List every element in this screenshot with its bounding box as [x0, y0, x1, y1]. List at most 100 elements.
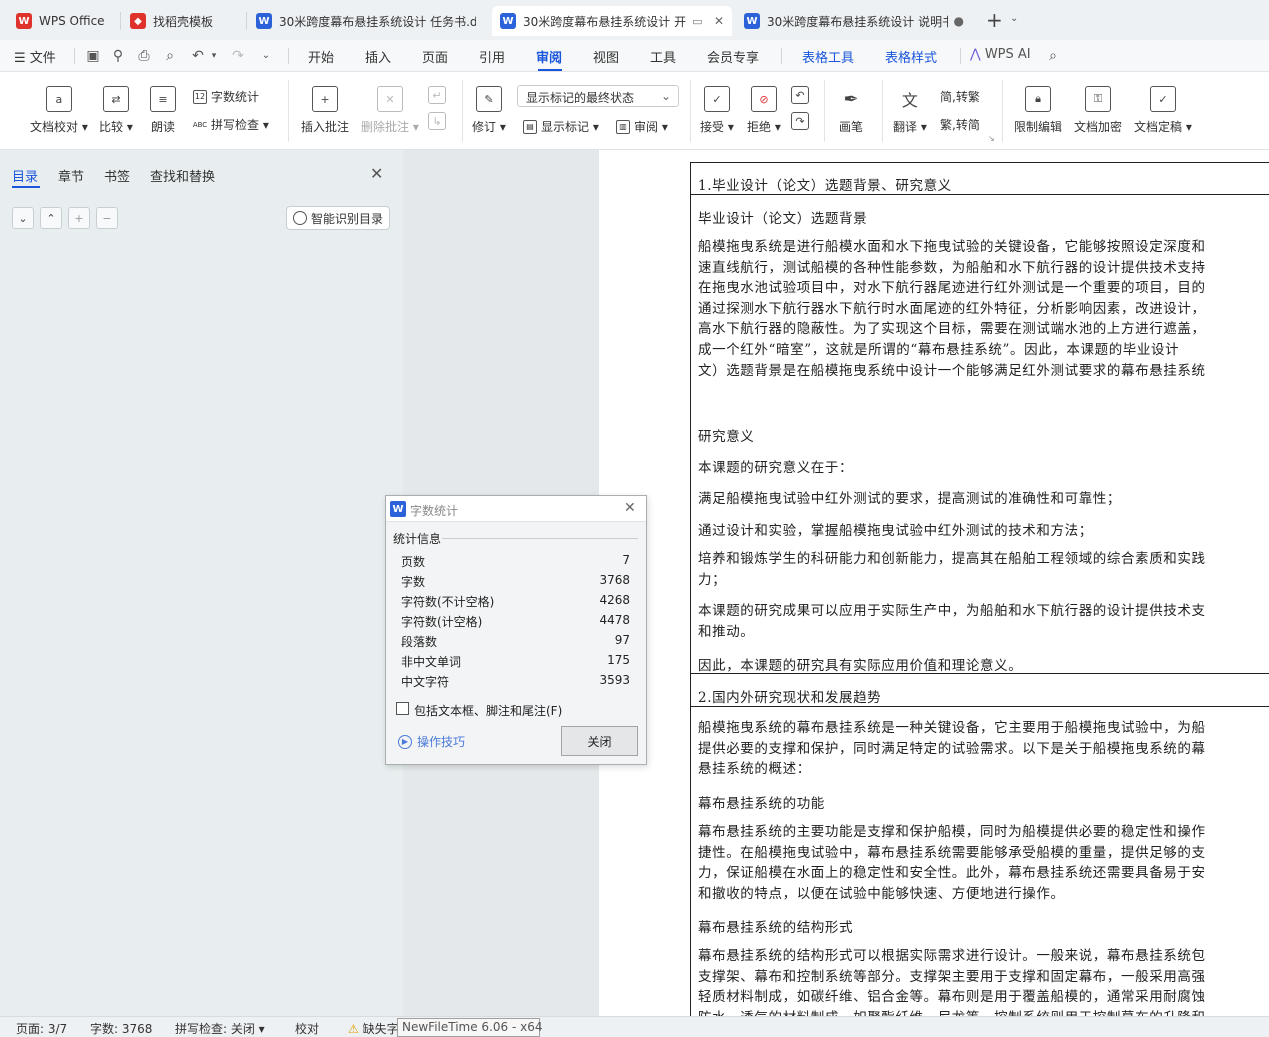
menu-member[interactable]: 会员专享: [707, 47, 759, 66]
doc-check-button[interactable]: a 文档校对 ▾: [30, 86, 88, 135]
accept-icon: ✓: [703, 86, 730, 112]
chevron-down-icon[interactable]: ▾: [206, 48, 222, 64]
paragraph: 满足船模拖曳试验中红外测试的要求，提高测试的准确性和可靠性；: [698, 491, 1121, 507]
save-icon[interactable]: ▣: [85, 48, 101, 64]
chevron-down-icon[interactable]: ⌄: [258, 48, 274, 64]
include-textbox-checkbox[interactable]: [396, 702, 409, 715]
paragraph-function: 幕布悬挂系统的主要功能是支撑和保护船模，同时为船模提供必要的稳定性和操作 捷性。在…: [698, 824, 1206, 902]
chevron-down-icon[interactable]: ⌄: [1010, 13, 1018, 24]
stat-label: 字符数(不计空格): [401, 595, 495, 609]
menu-insert[interactable]: 插入: [365, 47, 391, 66]
menu-table-style[interactable]: 表格样式: [885, 47, 937, 66]
include-textbox-label[interactable]: 包括文本框、脚注和尾注(F): [414, 702, 562, 719]
link-icon[interactable]: ⚲: [110, 48, 126, 64]
stat-value: 4478: [599, 613, 630, 627]
insert-comment-button[interactable]: + 插入批注: [301, 86, 349, 135]
show-markup-icon: ▤: [523, 119, 537, 134]
paragraph-overview: 船模拖曳系统的幕布悬挂系统是一种关键设备，它主要用于船模拖曳试验中，为船 提供必要…: [698, 720, 1206, 778]
stat-value: 3593: [599, 673, 630, 687]
wps-ai-button[interactable]: ⋀ WPS AI: [970, 47, 1031, 62]
subheading-background: 毕业设计（论文）选题背景: [698, 211, 868, 227]
word-count-indicator[interactable]: 字数: 3768: [90, 1020, 152, 1037]
tips-link[interactable]: ▶ 操作技巧: [398, 733, 465, 750]
pen-button[interactable]: ✒ 画笔: [838, 86, 864, 135]
menu-bar: ☰ 文件 ▣ ⚲ ⎙ ⌕ ↶ ▾ ↷ ⌄ 开始 插入 页面 引用 审阅 视图 工…: [0, 40, 1269, 72]
to-traditional-button[interactable]: 简,转繁: [940, 88, 980, 105]
show-markup-button[interactable]: ▤ 显示标记 ▾: [523, 118, 599, 135]
menu-home[interactable]: 开始: [308, 47, 334, 66]
file-menu[interactable]: ☰ 文件: [14, 47, 56, 66]
status-bar: 页面: 3/7 字数: 3768 拼写检查: 关闭 ▾ 校对 ⚠ 缺失字体: [0, 1016, 1269, 1037]
menu-table-tools[interactable]: 表格工具: [802, 47, 854, 66]
revise-button[interactable]: ✎ 修订 ▾: [472, 86, 506, 135]
stat-value: 7: [622, 553, 630, 567]
undo-icon[interactable]: ↶: [190, 48, 206, 64]
revise-icon: ✎: [475, 86, 502, 112]
paragraph: 本课题的研究成果可以应用于实际生产中，为船舶和水下航行器的设计提供技术支 和推动。: [698, 603, 1206, 640]
menu-view[interactable]: 视图: [593, 47, 619, 66]
paragraph-structure: 幕布悬挂系统的结构形式可以根据实际需求进行设计。一般来说，幕布悬挂系统包 支撑架、…: [698, 948, 1206, 1016]
collapse-up-icon[interactable]: ⌃: [40, 207, 62, 229]
add-level-icon[interactable]: +: [68, 207, 90, 229]
word-count-dialog: W 字数统计 ✕ 统计信息 页数 7 字数 3768 字符数(不计空格) 426…: [385, 495, 647, 765]
prev-comment-icon: ↵: [428, 86, 446, 104]
docer-icon: ◆: [130, 13, 146, 29]
encrypt-button[interactable]: ⚿ 文档加密: [1074, 86, 1122, 135]
tab-proposal-active[interactable]: W 30米跨度幕布悬挂系统设计 开 ▭ ✕: [492, 6, 732, 36]
word-count-icon: 12: [193, 89, 207, 104]
print-icon[interactable]: ⎙: [136, 48, 152, 64]
finalize-icon: ✓: [1149, 86, 1176, 112]
compare-button[interactable]: ⇄ 比较 ▾: [99, 86, 133, 135]
menu-page[interactable]: 页面: [422, 47, 448, 66]
new-tab-icon[interactable]: +: [986, 8, 1003, 32]
spell-check-button[interactable]: ABC 拼写检查 ▾: [193, 116, 269, 133]
close-icon[interactable]: ✕: [370, 164, 383, 183]
group-launcher-icon[interactable]: ↘: [988, 134, 995, 143]
search-icon[interactable]: ⌕: [1045, 48, 1061, 64]
nav-tab-find-replace[interactable]: 查找和替换: [150, 166, 215, 185]
proofread-indicator[interactable]: 校对: [295, 1020, 319, 1037]
next-revision-icon: ↷: [791, 112, 809, 130]
unsaved-dot-icon: ●: [953, 14, 964, 28]
smart-toc-button[interactable]: 智能识别目录: [286, 206, 390, 230]
tab-manual[interactable]: W 30米跨度幕布悬挂系统设计 说明书 ●: [736, 6, 972, 36]
nav-tab-toc[interactable]: 目录: [12, 166, 38, 185]
pen-icon: ✒: [843, 88, 859, 110]
lock-doc-icon: 🔒︎: [1025, 86, 1051, 112]
dialog-title-bar[interactable]: W 字数统计 ✕: [386, 496, 646, 522]
to-simplified-button[interactable]: 繁,转简: [940, 116, 980, 133]
close-tab-icon[interactable]: ✕: [708, 14, 724, 28]
menu-references[interactable]: 引用: [479, 47, 505, 66]
spell-check-indicator[interactable]: 拼写检查: 关闭 ▾: [175, 1020, 265, 1037]
expand-down-icon[interactable]: ⌄: [12, 207, 34, 229]
translate-button[interactable]: 文 翻译 ▾: [893, 86, 927, 135]
review-pane-button[interactable]: ▥ 审阅 ▾: [616, 118, 668, 135]
play-icon: ▶: [398, 734, 412, 749]
print-preview-icon[interactable]: ⌕: [162, 48, 178, 64]
restrict-edit-button[interactable]: 🔒︎ 限制编辑: [1014, 86, 1062, 135]
menu-tools[interactable]: 工具: [650, 47, 676, 66]
word-doc-icon: W: [500, 13, 516, 29]
finalize-button[interactable]: ✓ 文档定稿 ▾: [1134, 86, 1192, 135]
tab-wps-office[interactable]: W WPS Office: [8, 6, 116, 36]
page-indicator[interactable]: 页面: 3/7: [16, 1020, 67, 1037]
remove-level-icon[interactable]: −: [96, 207, 118, 229]
menu-review[interactable]: 审阅: [536, 47, 562, 66]
nav-tab-bookmarks[interactable]: 书签: [104, 166, 130, 185]
paragraph: 培养和锻炼学生的科研能力和创新能力，提高其在船舶工程领域的综合素质和实践 力；: [698, 551, 1206, 588]
close-button[interactable]: 关闭: [561, 726, 638, 756]
close-icon[interactable]: ✕: [624, 500, 636, 516]
tab-task-book[interactable]: W 30米跨度幕布悬挂系统设计 任务书.d: [248, 6, 484, 36]
redo-icon: ↷: [232, 48, 244, 64]
word-count-button[interactable]: 12 字数统计: [193, 88, 259, 105]
prev-revision-button[interactable]: ↶ ↷: [791, 86, 809, 136]
stat-value: 175: [607, 653, 630, 667]
markup-state-select[interactable]: 显示标记的最终状态 ⌄: [517, 85, 679, 107]
accept-button[interactable]: ✓ 接受 ▾: [700, 86, 734, 135]
ai-icon: ⋀: [970, 47, 981, 62]
read-aloud-button[interactable]: ≡ 朗读: [150, 86, 176, 135]
reject-button[interactable]: ⊘ 拒绝 ▾: [747, 86, 781, 135]
nav-tab-sections[interactable]: 章节: [58, 166, 84, 185]
tab-docer-templates[interactable]: ◆ 找稻壳模板: [122, 6, 242, 36]
doc-check-icon: a: [45, 86, 72, 112]
